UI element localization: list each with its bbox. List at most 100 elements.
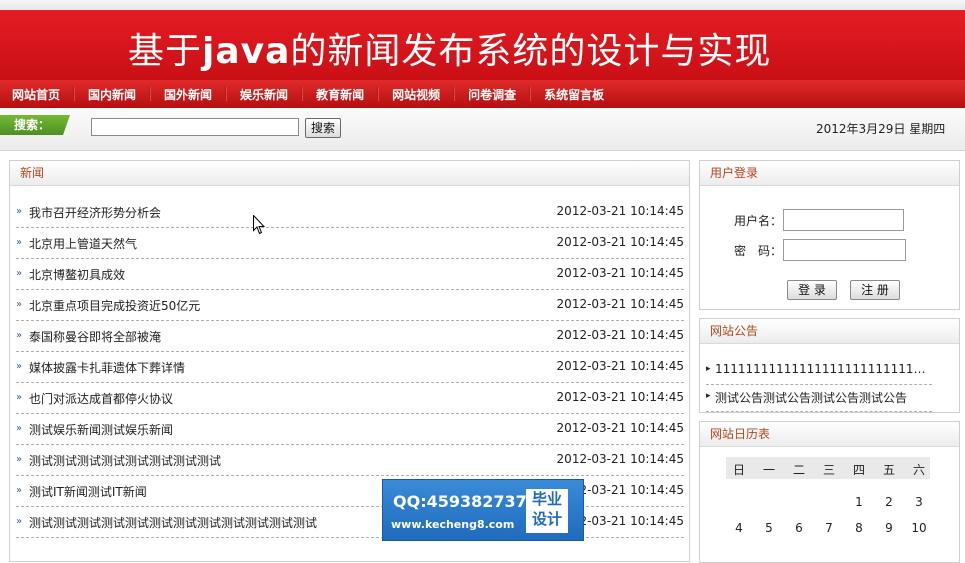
login-panel: 用户登录 用户名： 密 码： 登 录 注 册 <box>699 160 960 310</box>
search-bar: 搜索： 搜索 2012年3月29日 星期四 <box>0 108 965 151</box>
calendar-day[interactable]: 10 <box>904 521 934 535</box>
news-item[interactable]: » 测试娱乐新闻测试娱乐新闻 2012-03-21 10:14:45 <box>16 414 684 445</box>
news-title-link[interactable]: 北京博鳌初具成效 <box>29 266 125 283</box>
watermark-site: www.kecheng8.com <box>391 518 515 531</box>
news-time: 2012-03-21 10:14:45 <box>556 390 684 404</box>
notice-item[interactable]: ▸ 11111111111111111111111111111111 <box>706 356 933 385</box>
news-item[interactable]: » 泰国称曼谷即将全部被淹 2012-03-21 10:14:45 <box>16 321 684 352</box>
calendar-day[interactable]: 8 <box>844 521 874 535</box>
search-input[interactable] <box>91 118 299 136</box>
calendar-weekday: 日 <box>732 463 745 477</box>
bullet-icon: » <box>16 361 23 372</box>
notice-text[interactable]: 11111111111111111111111111111111 <box>715 362 933 376</box>
news-title-link[interactable]: 泰国称曼谷即将全部被淹 <box>29 328 161 345</box>
nav-item[interactable]: 网站首页 <box>0 86 72 103</box>
arrow-icon: ▸ <box>706 364 711 374</box>
bullet-icon: » <box>16 299 23 310</box>
site-header: 基于java的新闻发布系统的设计与实现 <box>0 10 965 81</box>
calendar-day[interactable]: 6 <box>784 521 814 535</box>
site-title: 基于java的新闻发布系统的设计与实现 <box>128 31 772 72</box>
bullet-icon: » <box>16 516 23 527</box>
search-button[interactable]: 搜索 <box>305 118 341 138</box>
nav-item[interactable]: 网站视频 <box>380 86 452 103</box>
news-title-link[interactable]: 北京重点项目完成投资近50亿元 <box>29 297 200 314</box>
nav-separator <box>377 87 380 101</box>
login-panel-title: 用户登录 <box>700 161 959 186</box>
calendar-day[interactable]: 4 <box>724 521 754 535</box>
news-item[interactable]: » 测试测试测试测试测试测试测试测试 2012-03-21 10:14:45 <box>16 445 684 476</box>
watermark-badge: 毕业 设计 <box>526 489 568 533</box>
calendar-day[interactable]: 3 <box>904 495 934 509</box>
news-item[interactable]: » 我市召开经济形势分析会 2012-03-21 10:14:45 <box>16 197 684 228</box>
login-button[interactable]: 登 录 <box>787 280 837 300</box>
news-title-link[interactable]: 测试IT新闻测试IT新闻 <box>29 483 147 500</box>
nav-item[interactable]: 教育新闻 <box>304 86 376 103</box>
news-title-link[interactable]: 我市召开经济形势分析会 <box>29 204 161 221</box>
calendar-day[interactable]: 1 <box>844 495 874 509</box>
nav-separator <box>529 87 532 101</box>
news-title-link[interactable]: 测试测试测试测试测试测试测试测试 <box>29 452 221 469</box>
notice-text[interactable]: 测试公告测试公告测试公告测试公告 <box>715 389 933 406</box>
calendar-day[interactable]: 2 <box>874 495 904 509</box>
news-time: 2012-03-21 10:14:45 <box>556 266 684 280</box>
news-panel: 新闻 » 我市召开经济形势分析会 2012-03-21 10:14:45 » 北京用上管… <box>9 160 690 562</box>
username-input[interactable] <box>783 209 904 231</box>
nav-item[interactable]: 系统留言板 <box>532 86 616 103</box>
search-label: 搜索： <box>0 115 70 135</box>
nav-separator <box>73 87 76 101</box>
news-time: 2012-03-21 10:14:45 <box>556 235 684 249</box>
calendar-weekday: 二 <box>792 463 805 477</box>
bullet-icon: » <box>16 330 23 341</box>
news-time: 2012-03-21 10:14:45 <box>556 204 684 218</box>
news-title-link[interactable]: 媒体披露卡扎菲遗体下葬详情 <box>29 359 185 376</box>
news-title-link[interactable]: 测试测试测试测试测试测试测试测试测试测试测试测试 <box>29 514 317 531</box>
news-time: 2012-03-21 10:14:45 <box>556 328 684 342</box>
calendar-day[interactable]: 5 <box>754 521 784 535</box>
calendar-weekday: 四 <box>852 463 865 477</box>
current-date: 2012年3月29日 星期四 <box>816 122 946 136</box>
news-item[interactable]: » 北京博鳌初具成效 2012-03-21 10:14:45 <box>16 259 684 290</box>
username-label: 用户名： <box>734 214 783 228</box>
calendar-panel-title: 网站日历表 <box>700 422 959 447</box>
bullet-icon: » <box>16 485 23 496</box>
bullet-icon: » <box>16 206 23 217</box>
bullet-icon: » <box>16 237 23 248</box>
news-time: 2012-03-21 10:14:45 <box>556 421 684 435</box>
nav-item[interactable]: 国外新闻 <box>152 86 224 103</box>
notice-item[interactable]: ▸ 测试公告测试公告测试公告测试公告 <box>706 383 932 412</box>
password-input[interactable] <box>783 239 906 261</box>
nav-item[interactable]: 国内新闻 <box>76 86 148 103</box>
calendar-day[interactable]: 7 <box>814 521 844 535</box>
nav-separator <box>301 87 304 101</box>
news-title-link[interactable]: 测试娱乐新闻测试娱乐新闻 <box>29 421 173 438</box>
news-panel-title: 新闻 <box>10 161 689 186</box>
calendar-panel: 网站日历表 日 一 二 三 四 五 六 1 2 3 4 5 6 7 8 9 10 <box>699 421 960 563</box>
register-button[interactable]: 注 册 <box>850 280 900 300</box>
watermark-qq: QQ:459382737 <box>393 492 527 511</box>
bullet-icon: » <box>16 392 23 403</box>
notice-panel-title: 网站公告 <box>700 319 959 344</box>
main-nav: 网站首页 国内新闻 国外新闻 娱乐新闻 教育新闻 网站视频 问卷调查 系统留言板 <box>0 80 965 108</box>
nav-item[interactable]: 问卷调查 <box>456 86 528 103</box>
watermark: QQ:459382737 www.kecheng8.com 毕业 设计 <box>382 479 584 541</box>
calendar-weekday: 一 <box>762 463 775 477</box>
news-time: 2012-03-21 10:14:45 <box>556 359 684 373</box>
nav-separator <box>225 87 228 101</box>
news-item[interactable]: » 北京用上管道天然气 2012-03-21 10:14:45 <box>16 228 684 259</box>
nav-separator <box>149 87 152 101</box>
news-item[interactable]: » 北京重点项目完成投资近50亿元 2012-03-21 10:14:45 <box>16 290 684 321</box>
calendar-weekday: 三 <box>822 463 835 477</box>
nav-separator <box>453 87 456 101</box>
news-time: 2012-03-21 10:14:45 <box>556 452 684 466</box>
news-title-link[interactable]: 北京用上管道天然气 <box>29 235 137 252</box>
bullet-icon: » <box>16 454 23 465</box>
news-item[interactable]: » 也门对派达成首都停火协议 2012-03-21 10:14:45 <box>16 383 684 414</box>
mouse-cursor-icon <box>253 215 265 235</box>
calendar-weekday: 六 <box>912 463 925 477</box>
calendar-weekday: 五 <box>882 463 895 477</box>
nav-item[interactable]: 娱乐新闻 <box>228 86 300 103</box>
bullet-icon: » <box>16 268 23 279</box>
news-item[interactable]: » 媒体披露卡扎菲遗体下葬详情 2012-03-21 10:14:45 <box>16 352 684 383</box>
news-title-link[interactable]: 也门对派达成首都停火协议 <box>29 390 173 407</box>
calendar-day[interactable]: 9 <box>874 521 904 535</box>
